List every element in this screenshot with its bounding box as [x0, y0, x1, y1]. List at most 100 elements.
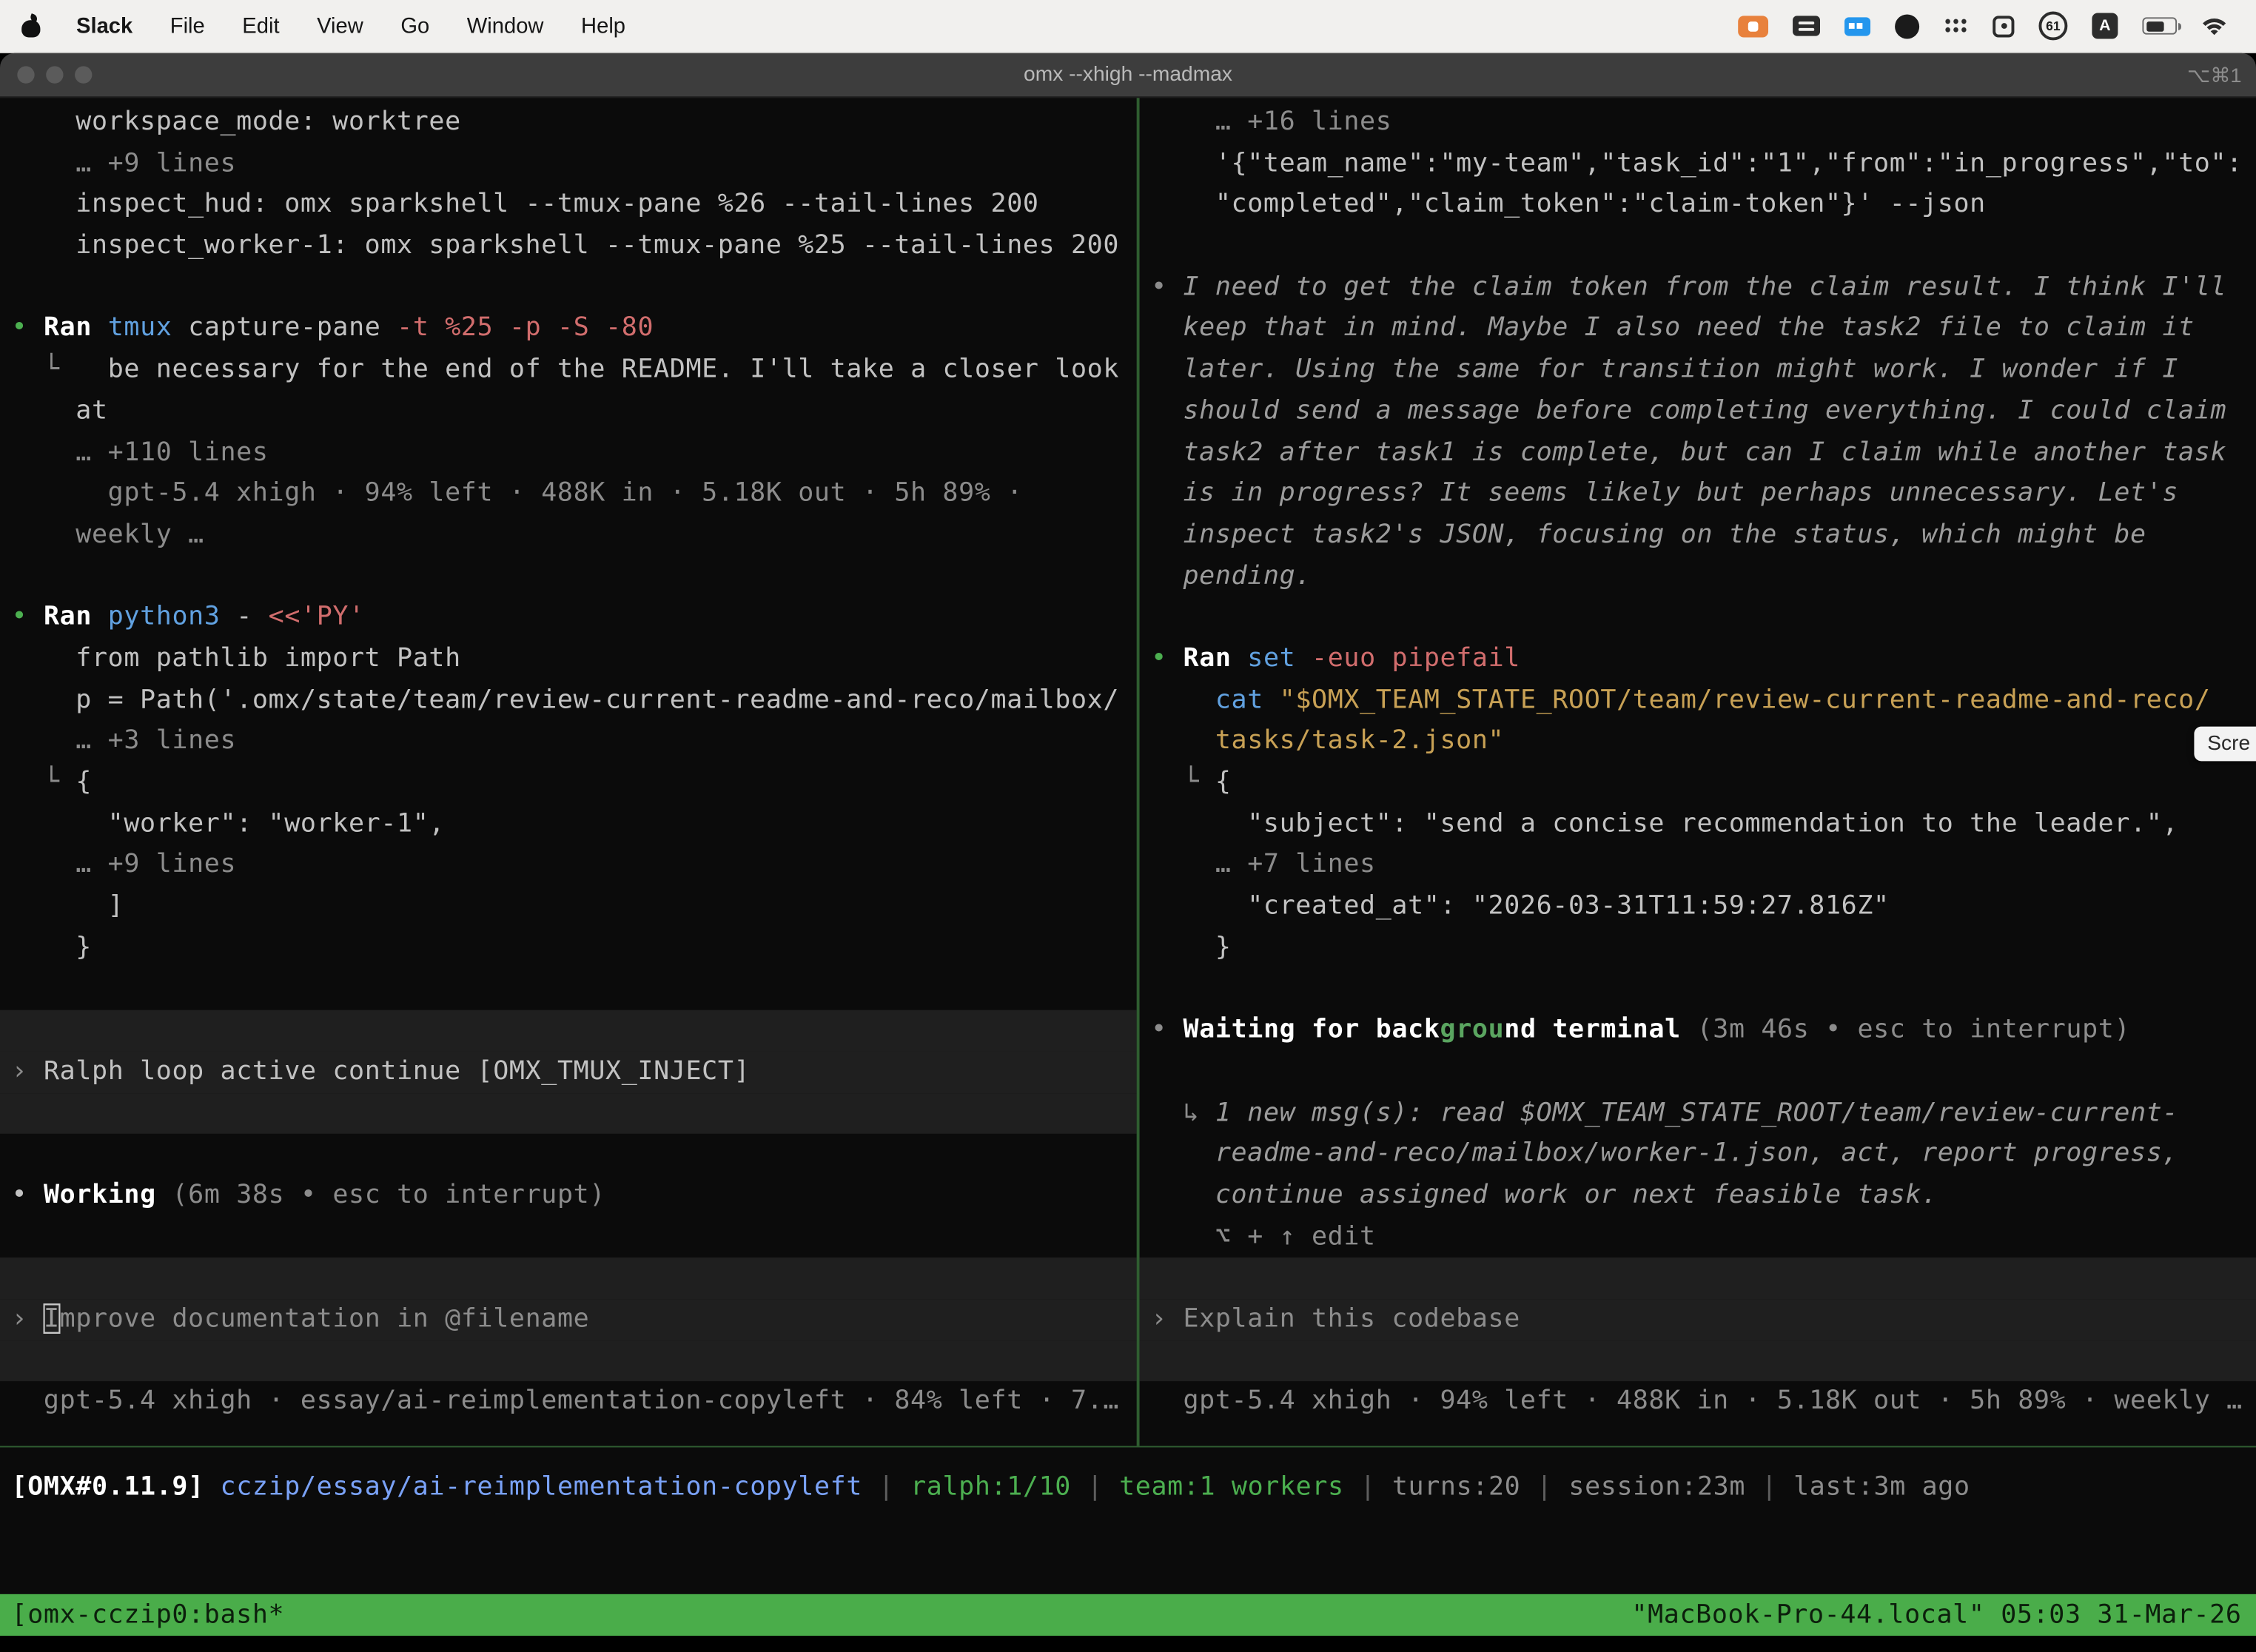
tmux-session-label: [omx-cczip0:bash*: [12, 1594, 285, 1636]
wifi-icon[interactable]: [2201, 16, 2227, 35]
menu-edit[interactable]: Edit: [242, 13, 279, 38]
terminal-line: … +110 lines: [0, 432, 1137, 474]
terminal-line: … +16 lines: [1140, 102, 2256, 144]
zoom-button[interactable]: [75, 66, 92, 83]
text-segment: (3m 46s • esc to interrupt): [1697, 1015, 2131, 1045]
text-segment: session:23m: [1568, 1472, 1761, 1502]
text-segment: <<'PY': [269, 602, 365, 632]
docker-icon[interactable]: [1844, 16, 1870, 35]
text-segment: "worker": "worker-1",: [12, 808, 446, 839]
screenshot-button-overlay[interactable]: Scre: [2195, 727, 2256, 762]
text-segment: -t %25 -p -S -80: [397, 313, 654, 343]
tmux-panes: workspace_mode: worktree … +9 lines insp…: [0, 98, 2256, 1446]
thinking-line: should send a message before completing …: [1140, 391, 2256, 432]
terminal-line: … +9 lines: [0, 845, 1137, 887]
text-segment: grou: [1440, 1015, 1505, 1045]
omx-hud-status-line: [OMX#0.11.9] cczip/essay/ai-reimplementa…: [0, 1468, 2256, 1509]
terminal-line: [1140, 969, 2256, 1010]
password-manager-icon[interactable]: [1993, 15, 2014, 36]
left-terminal-pane[interactable]: workspace_mode: worktree … +9 lines insp…: [0, 98, 1137, 1446]
terminal-line: inspect_worker-1: omx sparkshell --tmux-…: [0, 226, 1137, 267]
apple-menu-icon[interactable]: [20, 13, 41, 38]
prompt-input-line[interactable]: › Explain this codebase: [1140, 1299, 2256, 1340]
terminal-line: weekly …: [0, 515, 1137, 557]
terminal-line: }: [0, 927, 1137, 969]
window-shortcut-hint: ⌥⌘1: [2187, 53, 2242, 96]
terminal-line: [0, 1134, 1137, 1175]
text-segment: [OMX#0.11.9]: [12, 1472, 221, 1502]
terminal-line[interactable]: [1140, 1340, 2256, 1382]
text-segment: be necessary for the end of the README. …: [108, 354, 1119, 384]
terminal-line: inspect_hud: omx sparkshell --tmux-pane …: [0, 185, 1137, 226]
menu-app-name[interactable]: Slack: [76, 13, 132, 38]
terminal-line[interactable]: [0, 1092, 1137, 1134]
text-segment: ↳: [1151, 1097, 1215, 1127]
text-segment: {: [1215, 767, 1232, 797]
terminal-line: └ {: [1140, 762, 2256, 804]
text-segment: |: [1537, 1472, 1568, 1502]
terminal-line: "worker": "worker-1",: [0, 804, 1137, 845]
github-icon[interactable]: [1895, 13, 1919, 38]
menu-help[interactable]: Help: [581, 13, 625, 38]
queued-message-line[interactable]: › Ralph loop active continue [OMX_TMUX_I…: [0, 1052, 1137, 1093]
terminal-line[interactable]: [0, 1258, 1137, 1299]
terminal-line[interactable]: [0, 1010, 1137, 1052]
text-segment: "subject": "send a concise recommendatio…: [1151, 808, 2178, 839]
text-segment: ›: [12, 1303, 44, 1334]
text-segment: gpt-5.4 xhigh · essay/ai-reimplementatio…: [12, 1386, 1119, 1417]
text-segment: … +7 lines: [1151, 850, 1376, 880]
text-segment: {: [75, 767, 92, 797]
terminal-line[interactable]: [1140, 1258, 2256, 1299]
close-button[interactable]: [17, 66, 34, 83]
terminal-line: └ be necessary for the end of the README…: [0, 350, 1137, 392]
terminal-line[interactable]: [0, 1340, 1137, 1382]
text-segment: (6m 38s • esc to interrupt): [172, 1180, 605, 1210]
window-title-bar[interactable]: omx --xhigh --madmax ⌥⌘1: [0, 53, 2256, 98]
minimize-button[interactable]: [46, 66, 63, 83]
terminal-line: gpt-5.4 xhigh · 94% left · 488K in · 5.1…: [0, 474, 1137, 515]
text-segment: set: [1247, 643, 1312, 674]
keyboard-icon[interactable]: [1793, 16, 1820, 36]
text-segment: •: [12, 602, 44, 632]
thinking-line: • I need to get the claim token from the…: [1140, 267, 2256, 309]
terminal-line: [1140, 597, 2256, 639]
battery-percent-badge-icon[interactable]: 61: [2038, 12, 2067, 41]
menu-bar: Slack File Edit View Go Window Help 61 A: [0, 0, 2256, 53]
terminal-line: [1140, 1052, 2256, 1093]
text-segment: capture-pane: [188, 313, 397, 343]
menu-window[interactable]: Window: [467, 13, 544, 38]
text-segment: inspect_hud: omx sparkshell --tmux-pane …: [12, 189, 1039, 219]
input-source-icon[interactable]: A: [2092, 13, 2118, 38]
text-segment: turns:20: [1392, 1472, 1537, 1502]
text-segment: •: [1151, 643, 1183, 674]
screen-recording-indicator-icon[interactable]: [1738, 15, 1768, 36]
menu-go[interactable]: Go: [400, 13, 429, 38]
text-segment: I: [44, 1303, 60, 1334]
thinking-line: is in progress? It seems likely but perh…: [1140, 474, 2256, 515]
thinking-line: inspect task2's JSON, focusing on the st…: [1140, 515, 2256, 557]
tmux-status-bar: [omx-cczip0:bash* "MacBook-Pro-44.local"…: [0, 1594, 2256, 1636]
prompt-input-line[interactable]: › Improve documentation in @filename: [0, 1299, 1137, 1340]
terminal-line: [0, 556, 1137, 597]
menu-bar-status-icons: 61 A: [1738, 12, 2236, 41]
text-segment: tasks/task-2.json": [1151, 725, 1504, 756]
text-segment: weekly …: [12, 519, 204, 549]
text-segment: "completed","claim_token":"claim-token"}…: [1151, 189, 1986, 219]
text-segment: }: [12, 932, 92, 962]
text-segment: Waiting for back: [1184, 1015, 1440, 1045]
text-segment: 1 new msg(s): read $OMX_TEAM_STATE_ROOT/…: [1215, 1097, 2178, 1127]
terminal-line: [0, 267, 1137, 309]
menu-view[interactable]: View: [317, 13, 363, 38]
ran-command-line: • Ran python3 - <<'PY': [0, 597, 1137, 639]
right-terminal-pane[interactable]: … +16 lines '{"team_name":"my-team","tas…: [1140, 98, 2256, 1446]
text-segment: later. Using the same for transition mig…: [1151, 354, 2178, 384]
battery-icon[interactable]: [2142, 17, 2177, 34]
menu-file[interactable]: File: [170, 13, 205, 38]
text-segment: … +9 lines: [12, 148, 237, 178]
text-segment: … +3 lines: [12, 725, 237, 756]
text-segment: └: [12, 354, 108, 384]
traffic-lights: [17, 53, 92, 96]
text-segment: › Explain this codebase: [1151, 1303, 1520, 1334]
text-segment: readme-and-reco/mailbox/worker-1.json, a…: [1151, 1138, 2178, 1169]
app-grid-icon[interactable]: [1944, 17, 1968, 34]
